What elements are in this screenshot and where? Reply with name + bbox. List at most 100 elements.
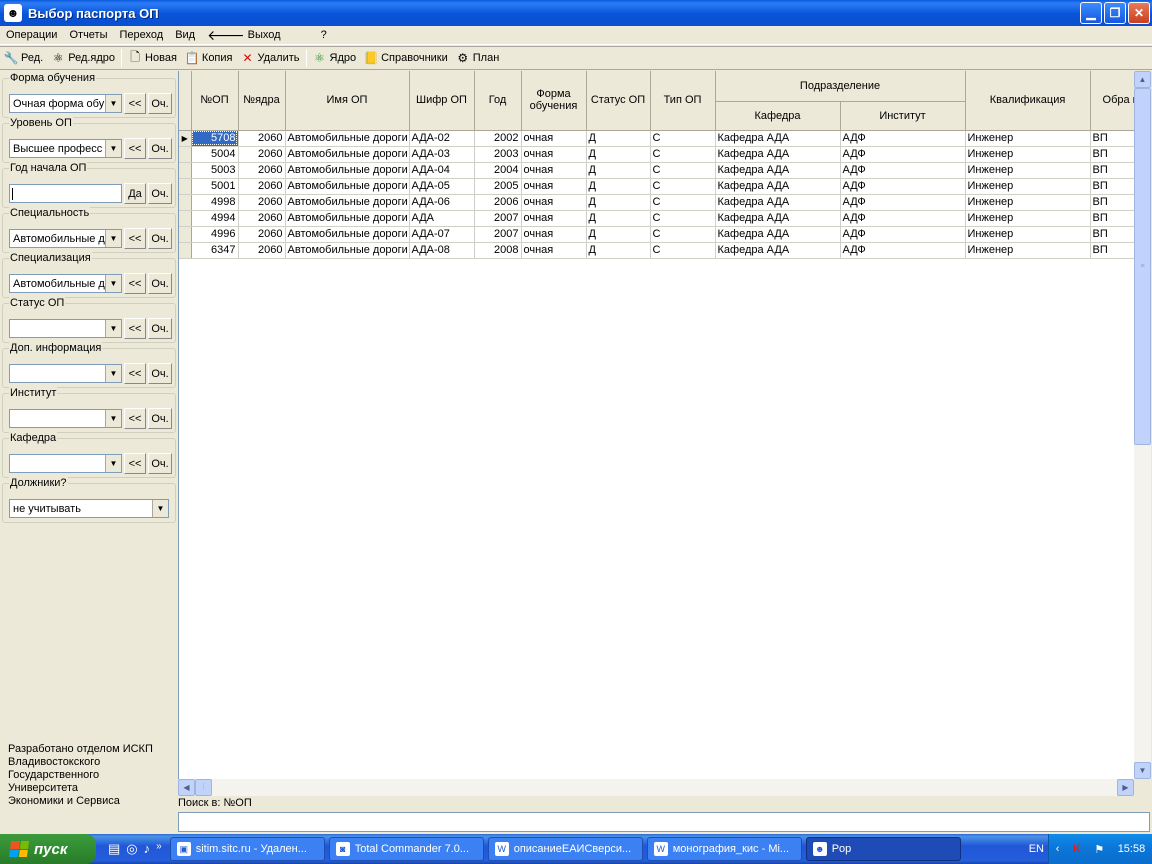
table-cell[interactable]: очная	[521, 242, 587, 259]
table-cell[interactable]: 6347	[191, 242, 239, 259]
table-cell[interactable]: 2002	[474, 130, 522, 147]
table-cell[interactable]: 2060	[238, 210, 286, 227]
taskbar-item[interactable]: ◙ Total Commander 7.0...	[328, 837, 484, 861]
table-cell[interactable]: Инженер	[965, 242, 1091, 259]
table-cell[interactable]: Автомобильные дороги	[285, 146, 410, 163]
status-back-button[interactable]: <<	[124, 318, 146, 339]
extra-info-clear-button[interactable]: Оч.	[148, 363, 172, 384]
table-cell[interactable]: АДФ	[840, 226, 966, 243]
table-cell[interactable]: Автомобильные дороги	[285, 178, 410, 195]
table-cell[interactable]: АДА-02	[409, 130, 475, 147]
table-cell[interactable]: Автомобильные дороги	[285, 194, 410, 211]
specialty-back-button[interactable]: <<	[124, 228, 146, 249]
table-cell[interactable]: Инженер	[965, 162, 1091, 179]
table-cell[interactable]: С	[650, 194, 716, 211]
table-cell[interactable]: 2060	[238, 226, 286, 243]
table-cell[interactable]: очная	[521, 210, 587, 227]
table-row[interactable]: 5001 2060 Автомобильные дороги АДА-05 2005 оч…	[179, 178, 1134, 195]
col-header-code[interactable]: Шифр ОП	[409, 71, 475, 131]
table-cell[interactable]: 5708	[191, 130, 239, 147]
media-icon[interactable]: ♪	[144, 841, 151, 857]
scroll-left-arrow-icon[interactable]: ◀	[178, 779, 195, 796]
specialization-clear-button[interactable]: Оч.	[148, 273, 172, 294]
col-header-op-no[interactable]: №ОП	[191, 71, 239, 131]
core-button[interactable]: ⚛ Ядро	[309, 47, 361, 69]
table-cell[interactable]: С	[650, 226, 716, 243]
copy-button[interactable]: 📋 Копия	[181, 47, 237, 69]
search-input[interactable]	[178, 812, 1150, 832]
table-cell[interactable]: Д	[586, 194, 651, 211]
menu-exit[interactable]: 🡐 Выход	[201, 28, 286, 42]
table-cell[interactable]: Инженер	[965, 146, 1091, 163]
scroll-thumb[interactable]: ≡	[1134, 88, 1151, 445]
table-cell[interactable]: Автомобильные дороги	[285, 242, 410, 259]
table-cell[interactable]: Инженер	[965, 194, 1091, 211]
new-button[interactable]: 🗋 Новая	[124, 47, 181, 69]
row-indicator[interactable]	[179, 178, 192, 195]
table-cell[interactable]: Д	[586, 146, 651, 163]
table-cell[interactable]: 2060	[238, 146, 286, 163]
table-cell[interactable]: Кафедра АДА	[715, 178, 841, 195]
table-cell[interactable]: очная	[521, 226, 587, 243]
edit-button[interactable]: 🔧 Ред.	[0, 47, 47, 69]
table-cell[interactable]: ВП	[1090, 226, 1134, 243]
row-indicator[interactable]	[179, 242, 192, 259]
table-cell[interactable]: 2060	[238, 162, 286, 179]
table-cell[interactable]: ВП	[1090, 178, 1134, 195]
table-cell[interactable]: 2007	[474, 226, 522, 243]
table-cell[interactable]: 5003	[191, 162, 239, 179]
table-cell[interactable]: 2004	[474, 162, 522, 179]
table-row[interactable]: 4994 2060 Автомобильные дороги АДА 2007 очная…	[179, 210, 1134, 227]
taskbar-item-active[interactable]: ☻ Pop	[805, 837, 961, 861]
table-cell[interactable]: 2060	[238, 242, 286, 259]
taskbar-item[interactable]: ▣ sitim.sitc.ru - Удален...	[169, 837, 325, 861]
table-cell[interactable]: Д	[586, 130, 651, 147]
table-cell[interactable]: Кафедра АДА	[715, 162, 841, 179]
chevron-down-icon[interactable]: ▼	[105, 230, 121, 247]
table-cell[interactable]: АДФ	[840, 162, 966, 179]
col-header-qualification[interactable]: Квалификация	[965, 71, 1091, 131]
table-cell[interactable]: ВП	[1090, 130, 1134, 147]
tray-expand-icon[interactable]: ‹	[1056, 843, 1060, 855]
table-cell[interactable]: Автомобильные дороги	[285, 210, 410, 227]
plan-button[interactable]: ⚙ План	[452, 47, 504, 69]
table-cell[interactable]: ВП	[1090, 162, 1134, 179]
table-cell[interactable]: С	[650, 146, 716, 163]
table-cell[interactable]: АДА-04	[409, 162, 475, 179]
table-cell[interactable]: ВП	[1090, 210, 1134, 227]
table-cell[interactable]: очная	[521, 146, 587, 163]
table-cell[interactable]: Д	[586, 226, 651, 243]
table-cell[interactable]: очная	[521, 178, 587, 195]
table-cell[interactable]: 2060	[238, 178, 286, 195]
table-cell[interactable]: АДФ	[840, 210, 966, 227]
table-cell[interactable]: С	[650, 162, 716, 179]
table-cell[interactable]: 2007	[474, 210, 522, 227]
table-cell[interactable]: Д	[586, 210, 651, 227]
table-cell[interactable]: Автомобильные дороги	[285, 226, 410, 243]
institute-clear-button[interactable]: Оч.	[148, 408, 172, 429]
table-cell[interactable]: очная	[521, 194, 587, 211]
table-cell[interactable]: Инженер	[965, 226, 1091, 243]
table-cell[interactable]: 5004	[191, 146, 239, 163]
menu-reports[interactable]: Отчеты	[63, 29, 113, 41]
table-cell[interactable]: Инженер	[965, 178, 1091, 195]
institute-select[interactable]: ▼	[9, 409, 122, 428]
vertical-scrollbar[interactable]: ▲ ≡ ▼	[1134, 71, 1151, 779]
institute-back-button[interactable]: <<	[124, 408, 146, 429]
table-cell[interactable]: 4996	[191, 226, 239, 243]
study-form-select[interactable]: Очная форма обу ▼	[9, 94, 122, 113]
extra-info-back-button[interactable]: <<	[124, 363, 146, 384]
debtors-select[interactable]: не учитывать ▼	[9, 499, 169, 518]
table-cell[interactable]: Инженер	[965, 130, 1091, 147]
col-header-name[interactable]: Имя ОП	[285, 71, 410, 131]
specialization-select[interactable]: Автомобильные д ▼	[9, 274, 122, 293]
status-select[interactable]: ▼	[9, 319, 122, 338]
table-cell[interactable]: 2003	[474, 146, 522, 163]
chevron-down-icon[interactable]: ▼	[152, 500, 168, 517]
scroll-down-arrow-icon[interactable]: ▼	[1134, 762, 1151, 779]
table-row[interactable]: 6347 2060 Автомобильные дороги АДА-08 2008 оч…	[179, 242, 1134, 259]
scroll-up-arrow-icon[interactable]: ▲	[1134, 71, 1151, 88]
table-cell[interactable]: 2005	[474, 178, 522, 195]
table-cell[interactable]: 2060	[238, 194, 286, 211]
table-cell[interactable]: Д	[586, 162, 651, 179]
